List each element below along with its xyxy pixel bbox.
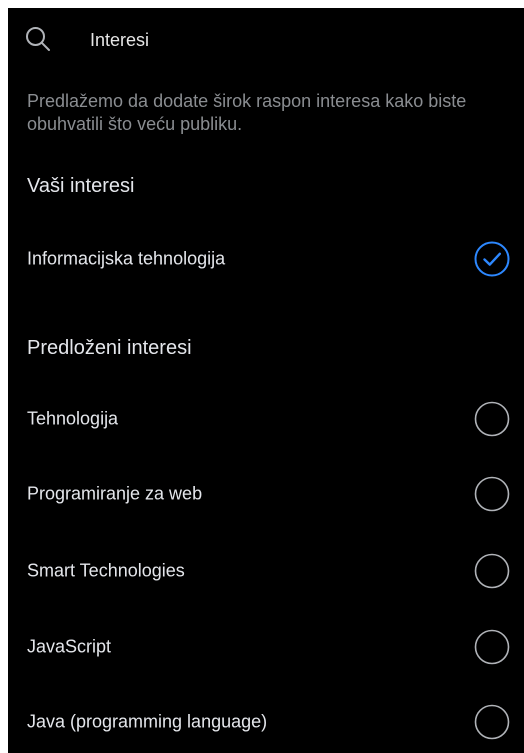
interest-item-programiranje-za-web[interactable]: Programiranje za web [8, 464, 524, 524]
interest-item-label: Java (programming language) [27, 711, 268, 732]
interests-screen: Predlažemo da dodate širok raspon intere… [8, 8, 524, 753]
suggested-interests-heading: Predloženi interesi [27, 337, 192, 359]
search-input[interactable] [90, 27, 490, 53]
interest-item-label: Tehnologija [27, 408, 119, 429]
search-icon[interactable] [25, 26, 51, 52]
interest-item-java-programming-language[interactable]: Java (programming language) [8, 692, 524, 752]
your-interests-heading: Vaši interesi [27, 175, 135, 197]
radio-empty-icon[interactable] [474, 401, 510, 437]
interest-item-label: Programiranje za web [27, 483, 203, 504]
interests-hint-text: Predlažemo da dodate širok raspon intere… [27, 91, 467, 134]
radio-empty-icon[interactable] [474, 704, 510, 740]
search-bar[interactable] [8, 8, 524, 72]
radio-empty-icon[interactable] [474, 553, 510, 589]
interest-item-label: Smart Technologies [27, 560, 185, 581]
interest-item-smart-technologies[interactable]: Smart Technologies [8, 541, 524, 601]
interest-item-informacijska-tehnologija[interactable]: Informacijska tehnologija [8, 229, 524, 289]
interest-item-tehnologija[interactable]: Tehnologija [8, 389, 524, 449]
interest-item-label: Informacijska tehnologija [27, 248, 226, 269]
interest-item-label: JavaScript [27, 636, 112, 657]
interest-item-javascript[interactable]: JavaScript [8, 617, 524, 677]
radio-empty-icon[interactable] [474, 629, 510, 665]
radio-empty-icon[interactable] [474, 476, 510, 512]
check-circle-icon[interactable] [474, 241, 510, 277]
